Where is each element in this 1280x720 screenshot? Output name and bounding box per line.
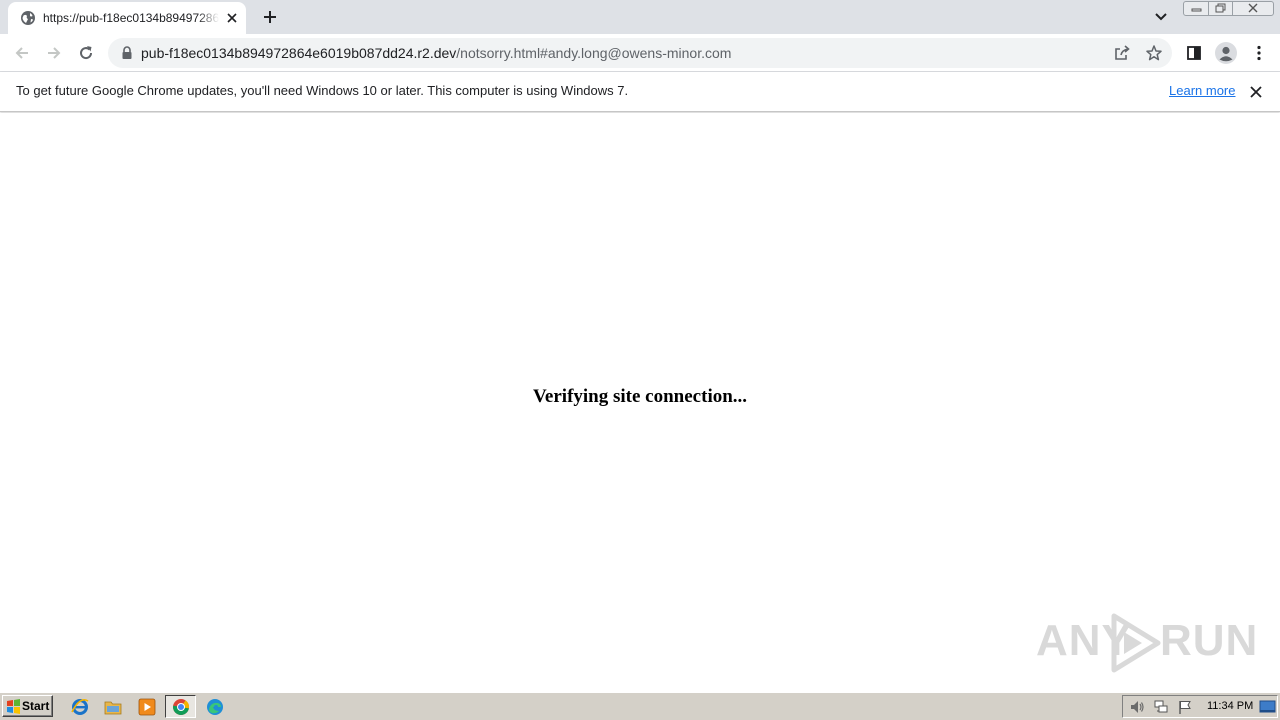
window-minimize-button[interactable] <box>1183 1 1209 16</box>
windows-taskbar: Start 11:34 PM <box>0 692 1280 720</box>
tab-title: https://pub-f18ec0134b894972864e6019b087… <box>43 11 219 25</box>
close-tab-icon[interactable] <box>224 10 240 26</box>
profile-avatar-icon[interactable] <box>1214 41 1238 65</box>
address-bar[interactable]: pub-f18ec0134b894972864e6019b087dd24.r2.… <box>108 38 1172 68</box>
minimize-icon <box>1191 8 1202 12</box>
url-path: /notsorry.html#andy.long@owens-minor.com <box>456 45 732 61</box>
restore-icon <box>1215 3 1226 13</box>
tab-strip: https://pub-f18ec0134b894972864e6019b087… <box>0 0 1280 34</box>
update-infobar: To get future Google Chrome updates, you… <box>0 72 1280 112</box>
close-icon <box>1248 3 1258 13</box>
watermark-text-right: RUN <box>1160 616 1259 665</box>
kebab-menu-icon[interactable] <box>1249 43 1269 63</box>
start-button[interactable]: Start <box>2 695 53 717</box>
window-restore-button[interactable] <box>1208 1 1233 16</box>
learn-more-link[interactable]: Learn more <box>1169 83 1235 99</box>
chrome-taskbar-button[interactable] <box>165 695 196 718</box>
internet-explorer-icon[interactable] <box>71 698 89 716</box>
chevron-down-icon[interactable] <box>1152 9 1170 25</box>
new-tab-icon[interactable] <box>260 7 280 27</box>
lock-icon[interactable] <box>120 45 134 61</box>
close-icon[interactable] <box>1247 83 1265 101</box>
url-host: pub-f18ec0134b894972864e6019b087dd24.r2.… <box>141 45 457 61</box>
browser-tab[interactable]: https://pub-f18ec0134b894972864e6019b087… <box>8 2 246 34</box>
edge-icon[interactable] <box>206 698 224 716</box>
window-close-button[interactable] <box>1232 1 1274 16</box>
media-player-icon[interactable] <box>138 698 156 716</box>
infobar-message: To get future Google Chrome updates, you… <box>16 83 629 98</box>
side-panel-icon[interactable] <box>1184 43 1204 63</box>
url-text[interactable]: pub-f18ec0134b894972864e6019b087dd24.r2.… <box>141 45 731 61</box>
chrome-icon <box>172 699 190 715</box>
network-icon[interactable] <box>1153 699 1169 715</box>
folder-icon[interactable] <box>104 698 122 716</box>
bookmark-star-icon[interactable] <box>1144 43 1164 63</box>
page-content: Verifying site connection... ANY RUN <box>0 113 1280 692</box>
system-tray: 11:34 PM <box>1122 695 1278 718</box>
page-heading: Verifying site connection... <box>532 386 748 407</box>
reload-icon[interactable] <box>76 43 96 63</box>
show-desktop-icon[interactable] <box>1259 700 1276 714</box>
action-center-flag-icon[interactable] <box>1177 699 1193 715</box>
volume-icon[interactable] <box>1129 699 1145 715</box>
browser-toolbar: pub-f18ec0134b894972864e6019b087dd24.r2.… <box>0 34 1280 72</box>
windows-logo-icon <box>7 699 20 714</box>
back-arrow-icon[interactable] <box>12 43 32 63</box>
taskbar-clock[interactable]: 11:34 PM <box>1207 700 1253 713</box>
anyrun-watermark: ANY RUN <box>1036 608 1257 674</box>
share-icon[interactable] <box>1112 43 1132 63</box>
globe-icon <box>21 11 35 25</box>
start-label: Start <box>22 699 50 713</box>
play-logo-icon <box>1111 613 1161 673</box>
forward-arrow-icon[interactable] <box>44 43 64 63</box>
